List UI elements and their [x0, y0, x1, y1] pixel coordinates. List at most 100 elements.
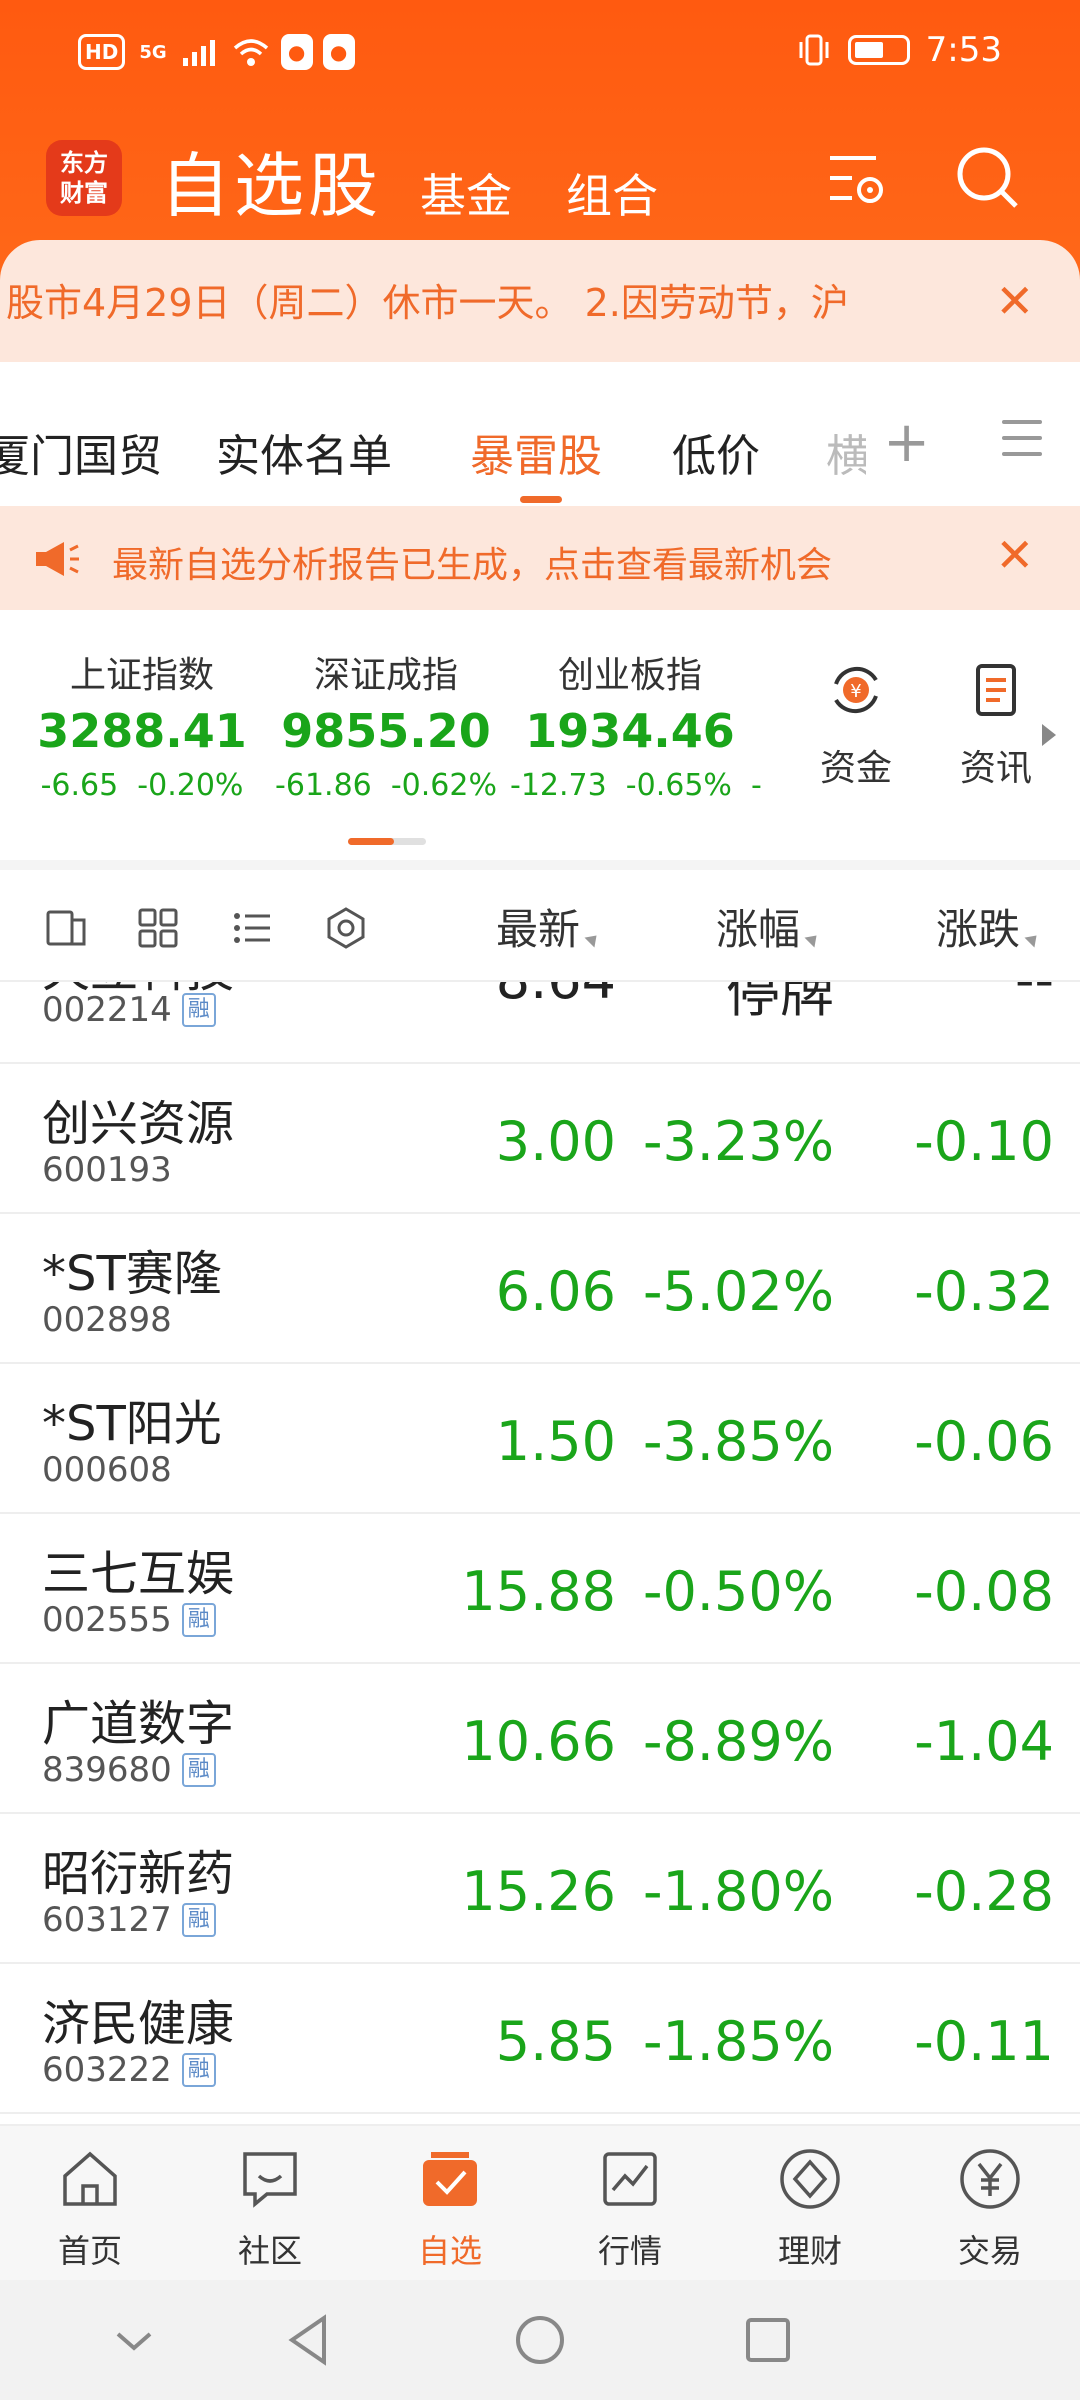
column-pct-label: 涨幅	[716, 905, 801, 954]
table-row[interactable]: 创兴资源 600193 3.00 -3.23% -0.10	[0, 1064, 1080, 1214]
index-change-pct: -0.20%	[137, 768, 244, 803]
index-change-pct: -0.65%	[625, 768, 732, 803]
column-pct[interactable]: 涨幅	[716, 896, 822, 957]
change-pct: -3.23%	[642, 1110, 834, 1173]
chat-icon	[243, 2152, 297, 2208]
report-close-icon[interactable]: ✕	[995, 528, 1034, 582]
nav-home[interactable]: 首页	[0, 2146, 180, 2272]
notice-bar[interactable]: 股市4月29日（周二）休市一天。 2.因劳动节，沪 ✕	[0, 240, 1080, 362]
index-change-pct: -0.62%	[390, 768, 497, 803]
search-icon[interactable]	[952, 142, 1024, 214]
tab-group-2[interactable]: 实体名单	[216, 420, 392, 484]
back-icon[interactable]	[280, 2310, 340, 2370]
list-settings-icon[interactable]	[822, 142, 894, 214]
nav-wealth[interactable]: 理财	[720, 2146, 900, 2272]
tab-fund[interactable]: 基金	[420, 160, 512, 226]
stock-code-wrap: 600193	[42, 1150, 172, 1190]
group-tabs: 厦门国贸 实体名单 暴雷股 低价 横 +	[0, 362, 1080, 506]
notice-close-icon[interactable]: ✕	[995, 274, 1034, 328]
stock-name: *ST阳光	[42, 1396, 222, 1452]
tab-group-active[interactable]: 暴雷股	[470, 420, 602, 484]
sort-icon	[1024, 930, 1042, 948]
page-title[interactable]: 自选股	[160, 130, 382, 231]
nav-trade[interactable]: 交易	[900, 2146, 1080, 2272]
collapse-icon[interactable]	[104, 2310, 164, 2370]
table-row[interactable]: *ST阳光 000608 1.50 -3.85% -0.06	[0, 1364, 1080, 1514]
diamond-icon	[780, 2149, 840, 2209]
latest-price: 5.85	[495, 2010, 616, 2073]
index-card-sh[interactable]: 上证指数 3288.41 -6.65 -0.20%	[22, 646, 262, 803]
change-value: -1.04	[914, 1710, 1054, 1773]
clock: 7:53	[925, 30, 1002, 70]
group-menu-icon[interactable]	[1002, 420, 1042, 468]
index-trailing: -	[751, 768, 762, 803]
tab-group-4[interactable]: 低价	[672, 420, 760, 484]
bottom-nav: 首页 社区 自选 行情 理财 交易	[0, 2124, 1080, 2280]
table-row[interactable]: 昭衍新药 603127 融 15.26 -1.80% -0.28	[0, 1814, 1080, 1964]
tab-group-1[interactable]: 厦门国贸	[0, 420, 162, 484]
nav-label: 首页	[57, 2232, 122, 2270]
column-latest-label: 最新	[496, 905, 581, 954]
change-value: --	[1015, 982, 1054, 1011]
grid-view-icon[interactable]	[136, 906, 180, 950]
index-card-sz[interactable]: 深证成指 9855.20 -61.86 -0.62%	[266, 646, 506, 803]
checkbox-icon	[423, 2152, 477, 2206]
nav-watchlist[interactable]: 自选	[360, 2146, 540, 2272]
network-5g-badge: 5G	[139, 41, 167, 63]
scroll-right-icon[interactable]	[1040, 722, 1058, 748]
recents-icon[interactable]	[738, 2310, 798, 2370]
tab-group-5[interactable]: 横	[826, 420, 866, 484]
nav-market[interactable]: 行情	[540, 2146, 720, 2272]
margin-badge: 融	[181, 993, 216, 1027]
tool-funds[interactable]: ¥ 资金	[806, 660, 906, 791]
nav-label: 交易	[957, 2232, 1022, 2270]
paw-app-icon-2: ●	[322, 34, 355, 70]
chart-icon	[603, 2152, 657, 2206]
sort-icon	[804, 930, 822, 948]
stock-code-wrap: 002898	[42, 1300, 172, 1340]
index-card-cy[interactable]: 创业板指 1934.46 -12.73 -0.65% -	[510, 646, 762, 803]
add-group-icon[interactable]: +	[883, 410, 930, 475]
table-row[interactable]: 济民健康 603222 融 5.85 -1.85% -0.11	[0, 1964, 1080, 2114]
index-change: -12.73 -0.65% -	[510, 768, 762, 803]
stock-code-wrap: 002214 融	[42, 990, 216, 1030]
latest-price: 15.88	[461, 1560, 616, 1623]
status-right: 7:53	[796, 30, 1002, 70]
yuan-icon	[960, 2149, 1020, 2209]
stock-code: 603127	[42, 1900, 172, 1940]
nav-community[interactable]: 社区	[180, 2146, 360, 2272]
tool-label: 资讯	[959, 748, 1032, 789]
nav-label: 自选	[417, 2232, 482, 2270]
status-bar: HD 5G ● ● 7:53	[0, 0, 1080, 110]
home-icon	[63, 2151, 117, 2206]
stock-code: 839680	[42, 1750, 172, 1790]
tool-news[interactable]: 资讯	[946, 660, 1046, 791]
report-banner[interactable]: 最新自选分析报告已生成，点击查看最新机会 ✕	[0, 506, 1080, 610]
home-button-icon[interactable]	[510, 2310, 570, 2370]
table-row[interactable]: 广道数字 839680 融 10.66 -8.89% -1.04	[0, 1664, 1080, 1814]
index-strip: 上证指数 3288.41 -6.65 -0.20% 深证成指 9855.20 -…	[0, 610, 1080, 860]
stock-name: *ST赛隆	[42, 1246, 222, 1302]
table-header: 最新 涨幅 涨跌	[0, 870, 1080, 982]
stock-name: 创兴资源	[42, 1096, 235, 1152]
stock-code-wrap: 603222 融	[42, 2050, 216, 2090]
target-view-icon[interactable]	[324, 906, 368, 950]
app-logo[interactable]: 东方财富	[46, 140, 122, 216]
column-latest[interactable]: 最新	[496, 896, 602, 957]
tab-portfolio[interactable]: 组合	[566, 160, 658, 226]
megaphone-icon	[36, 542, 79, 576]
latest-price: 1.50	[495, 1410, 616, 1473]
stock-code-wrap: 839680 融	[42, 1750, 216, 1790]
table-row[interactable]: 三七互娱 002555 融 15.88 -0.50% -0.08	[0, 1514, 1080, 1664]
table-row[interactable]: 天立科技 002214融 8.64 停牌 --	[0, 982, 1080, 1064]
table-row[interactable]: *ST赛隆 002898 6.06 -5.02% -0.32	[0, 1214, 1080, 1364]
list-view-icon[interactable]	[230, 906, 274, 950]
hd-badge: HD	[78, 34, 126, 70]
index-name: 创业板指	[557, 655, 702, 696]
change-value: -0.08	[914, 1560, 1054, 1623]
card-view-icon[interactable]	[44, 906, 88, 950]
margin-badge: 融	[181, 1903, 216, 1937]
column-change[interactable]: 涨跌	[936, 896, 1042, 957]
stock-name: 昭衍新药	[42, 1846, 235, 1902]
change-value: -0.06	[914, 1410, 1054, 1473]
